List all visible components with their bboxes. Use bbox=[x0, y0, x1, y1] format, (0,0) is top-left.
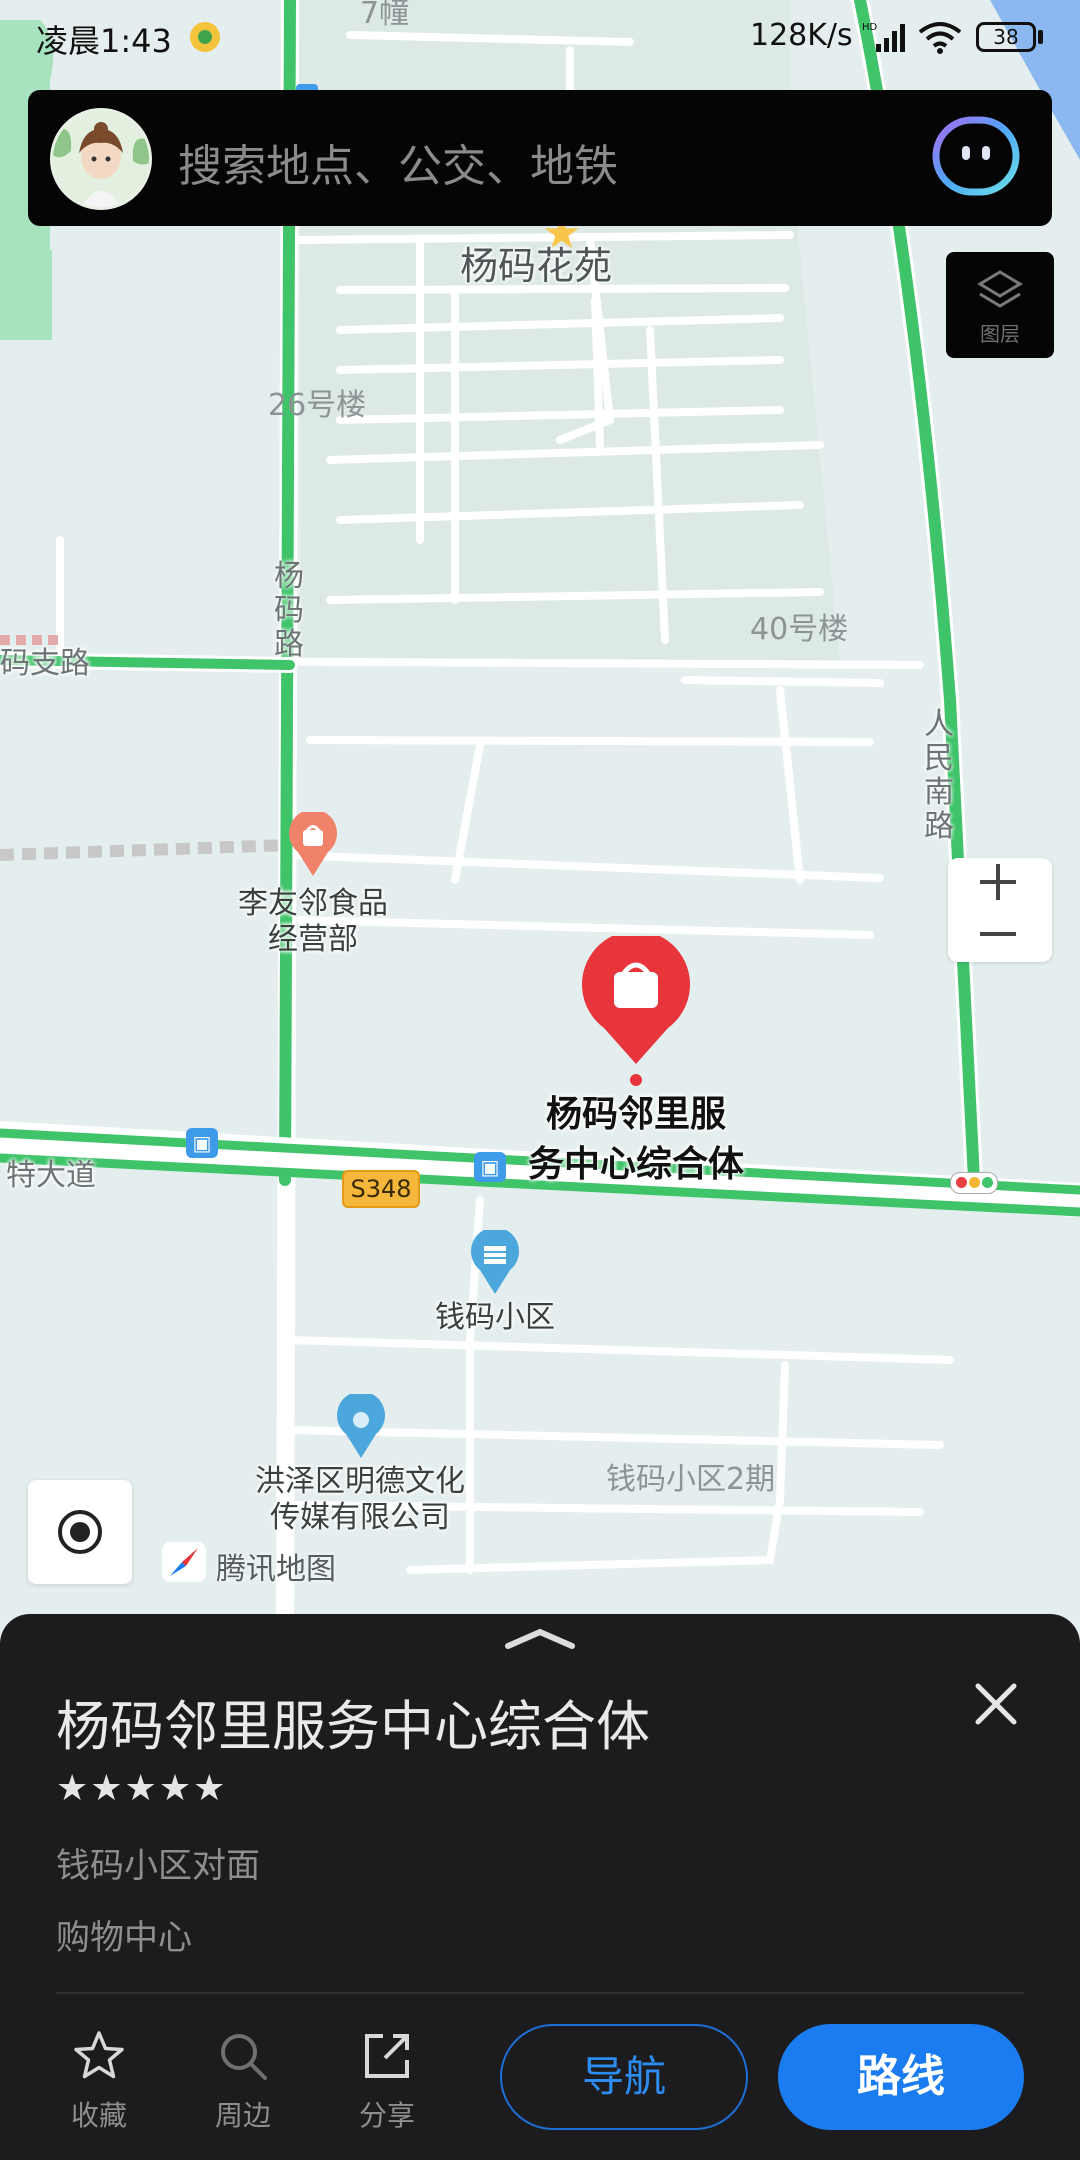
sheet-handle-chevron-up-icon[interactable] bbox=[504, 1626, 576, 1650]
selected-poi-label[interactable]: 杨码邻里服 务中心综合体 bbox=[516, 1090, 756, 1190]
map-label-qianma-2qi: 钱码小区2期 bbox=[606, 1462, 776, 1497]
close-icon[interactable] bbox=[968, 1676, 1024, 1732]
tencent-map-logo bbox=[162, 1542, 206, 1582]
highway-shield-s348: S348 bbox=[342, 1170, 420, 1208]
map-label-building-40: 40号楼 bbox=[750, 612, 849, 647]
bus-stop-icon[interactable]: ▣ bbox=[474, 1152, 506, 1182]
divider bbox=[56, 1992, 1024, 1994]
status-bar: 凌晨1:43 128K/s HD 38 bbox=[0, 0, 1080, 80]
selected-poi-marker[interactable] bbox=[578, 936, 694, 1086]
map-canvas[interactable]: 7幢 ★ 杨码花苑 26号楼 40号楼 杨码路 码支路 人民南路 特大道 S34… bbox=[0, 0, 1080, 1629]
locate-icon bbox=[58, 1510, 102, 1554]
poi-label-food-shop[interactable]: 李友邻食品 经营部 bbox=[213, 886, 413, 958]
svg-text:HD: HD bbox=[862, 22, 878, 33]
shop-poi-icon[interactable] bbox=[286, 812, 340, 878]
poi-label-qianma[interactable]: 钱码小区 bbox=[420, 1300, 570, 1336]
avatar-illustration bbox=[53, 111, 149, 207]
layers-label: 图层 bbox=[980, 322, 1020, 346]
search-icon bbox=[221, 2034, 267, 2080]
share-button[interactable]: 分享 bbox=[332, 2028, 442, 2134]
route-button[interactable]: 路线 bbox=[778, 2024, 1024, 2130]
layers-icon bbox=[977, 270, 1023, 308]
location-poi-icon[interactable] bbox=[334, 1394, 388, 1460]
battery-level: 38 bbox=[993, 25, 1019, 49]
street-label-zhi-lu: 码支路 bbox=[0, 646, 90, 681]
street-label-da-dao: 特大道 bbox=[6, 1158, 96, 1193]
place-title: 杨码邻里服务中心综合体 bbox=[56, 1695, 650, 1758]
assistant-icon[interactable] bbox=[932, 116, 1020, 196]
wifi-icon bbox=[918, 22, 962, 54]
avatar[interactable] bbox=[50, 108, 152, 210]
place-address: 钱码小区对面 bbox=[56, 1846, 260, 1886]
map-roads bbox=[0, 0, 1080, 1629]
locate-button[interactable] bbox=[28, 1480, 132, 1584]
place-category: 购物中心 bbox=[56, 1918, 192, 1958]
residential-poi-icon[interactable] bbox=[468, 1230, 522, 1296]
navigate-button[interactable]: 导航 bbox=[500, 2024, 748, 2130]
map-label-building-26: 26号楼 bbox=[268, 388, 367, 423]
street-label-yangma-lu: 杨码路 bbox=[274, 559, 304, 662]
zoom-control[interactable] bbox=[948, 858, 1052, 962]
street-label-renmin-nanlu: 人民南路 bbox=[924, 707, 954, 844]
nearby-label: 周边 bbox=[214, 2099, 271, 2132]
rating-stars: ★★★★★ bbox=[56, 1768, 228, 1809]
traffic-light-icon bbox=[950, 1172, 998, 1194]
star-outline-icon bbox=[74, 2031, 124, 2079]
favorite-button[interactable]: 收藏 bbox=[44, 2028, 154, 2134]
zoom-in-icon-vertical[interactable] bbox=[996, 864, 1000, 900]
nearby-button[interactable]: 周边 bbox=[188, 2028, 298, 2134]
share-icon bbox=[365, 2034, 409, 2078]
battery-icon: 38 bbox=[976, 22, 1036, 52]
zoom-out-icon[interactable] bbox=[980, 932, 1016, 936]
poi-label-mingde[interactable]: 洪泽区明德文化 传媒有限公司 bbox=[230, 1464, 490, 1536]
status-time: 凌晨1:43 bbox=[36, 22, 172, 60]
battery-tip bbox=[1038, 30, 1043, 44]
favorite-label: 收藏 bbox=[70, 2099, 127, 2132]
bus-stop-icon[interactable]: ▣ bbox=[186, 1128, 218, 1158]
map-label-yangma-huayuan: 杨码花苑 bbox=[460, 244, 613, 288]
search-input[interactable]: 搜索地点、公交、地铁 bbox=[178, 130, 618, 194]
signal-icon: HD bbox=[862, 22, 905, 52]
status-net-speed: 128K/s bbox=[750, 18, 853, 53]
notification-icon bbox=[190, 22, 220, 52]
share-label: 分享 bbox=[358, 2099, 415, 2132]
brand-label: 腾讯地图 bbox=[216, 1552, 336, 1587]
